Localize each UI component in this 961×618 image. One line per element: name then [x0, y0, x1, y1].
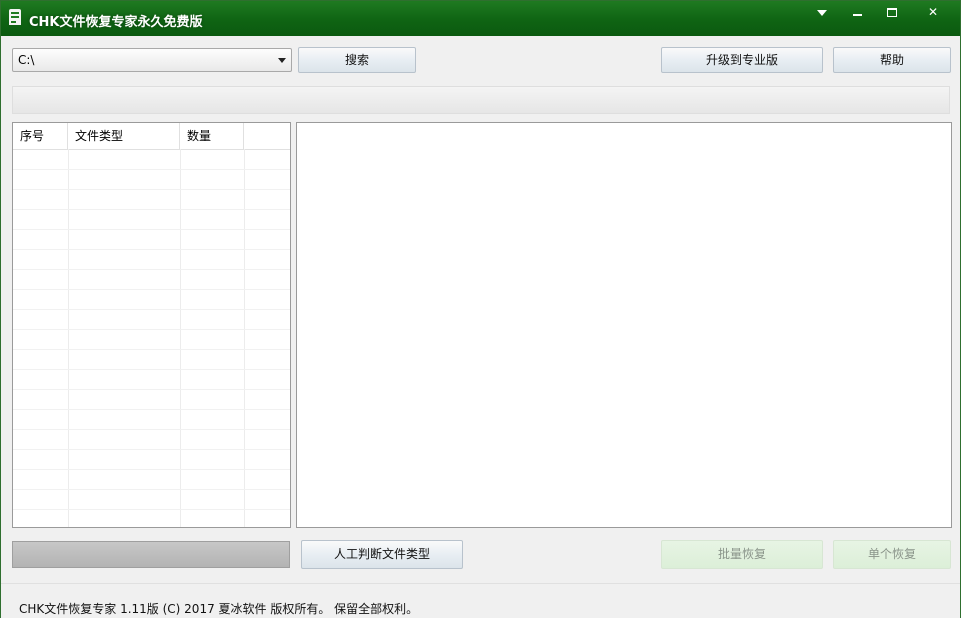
- grid-row-line: [13, 469, 290, 470]
- grid-row-line: [13, 289, 290, 290]
- maximize-button[interactable]: [875, 2, 909, 24]
- single-recover-button[interactable]: 单个恢复: [833, 540, 951, 569]
- grid-row-line: [13, 169, 290, 170]
- grid-column-divider: [180, 149, 181, 527]
- menu-icon: [817, 10, 827, 16]
- file-preview-panel[interactable]: [296, 122, 952, 528]
- grid-row-line: [13, 249, 290, 250]
- grid-row-line: [13, 309, 290, 310]
- grid-row-line: [13, 449, 290, 450]
- menu-button[interactable]: [805, 2, 839, 24]
- upgrade-button[interactable]: 升级到专业版: [661, 47, 823, 73]
- grid-row-line: [13, 389, 290, 390]
- grid-row-line: [13, 209, 290, 210]
- grid-row-line: [13, 369, 290, 370]
- close-button[interactable]: ✕: [911, 2, 955, 24]
- path-value: C:\: [18, 53, 35, 67]
- path-select[interactable]: C:\: [12, 48, 292, 72]
- grid-column-divider: [68, 149, 69, 527]
- copyright-text: CHK文件恢复专家 1.11版 (C) 2017 夏冰软件 版权所有。 保留全部…: [19, 602, 419, 616]
- grid-row-line: [13, 269, 290, 270]
- minimize-icon: [852, 14, 862, 16]
- status-bar: CHK文件恢复专家 1.11版 (C) 2017 夏冰软件 版权所有。 保留全部…: [1, 583, 960, 618]
- grid-row-line: [13, 349, 290, 350]
- list-header: 序号 文件类型 数量: [13, 123, 290, 150]
- minimize-button[interactable]: [840, 2, 874, 24]
- file-type-list[interactable]: 序号 文件类型 数量: [12, 122, 291, 528]
- column-header-index[interactable]: 序号: [13, 123, 68, 149]
- app-window: CHK文件恢复专家永久免费版 ✕ C:\ 搜索 升级到专业版 帮助 序号 文件类…: [0, 0, 961, 618]
- recovery-progress-bar: [12, 541, 290, 568]
- column-header-count[interactable]: 数量: [180, 123, 244, 149]
- window-title: CHK文件恢复专家永久免费版: [29, 15, 203, 30]
- maximize-icon: [887, 8, 897, 17]
- column-header-file-type[interactable]: 文件类型: [68, 123, 180, 149]
- close-icon: ✕: [927, 5, 939, 19]
- title-bar: CHK文件恢复专家永久免费版 ✕: [1, 1, 960, 36]
- grid-row-line: [13, 189, 290, 190]
- grid-row-line: [13, 429, 290, 430]
- help-button[interactable]: 帮助: [833, 47, 951, 73]
- batch-recover-button[interactable]: 批量恢复: [661, 540, 823, 569]
- grid-row-line: [13, 509, 290, 510]
- manual-file-type-button[interactable]: 人工判断文件类型: [301, 540, 463, 569]
- column-header-filler: [244, 123, 290, 149]
- grid-row-line: [13, 329, 290, 330]
- grid-row-line: [13, 229, 290, 230]
- grid-row-line: [13, 409, 290, 410]
- dropdown-arrow-icon: [278, 58, 286, 63]
- search-button[interactable]: 搜索: [298, 47, 416, 73]
- grid-column-divider: [244, 149, 245, 527]
- grid-row-line: [13, 489, 290, 490]
- app-icon: [9, 9, 21, 25]
- scan-progress-bar: [12, 86, 950, 114]
